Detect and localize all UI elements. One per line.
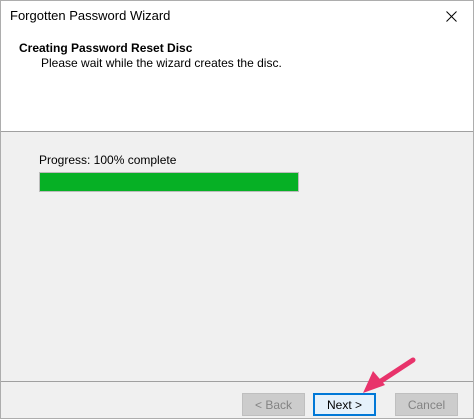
next-button[interactable]: Next > (313, 393, 376, 416)
cancel-button[interactable]: Cancel (395, 393, 458, 416)
wizard-footer: < Back Next > Cancel (1, 382, 473, 418)
progress-bar (39, 172, 299, 192)
wizard-header: Creating Password Reset Disc Please wait… (1, 31, 473, 131)
wizard-body: Progress: 100% complete (1, 132, 473, 381)
progress-bar-fill (40, 173, 298, 191)
window-title: Forgotten Password Wizard (10, 8, 171, 23)
close-button[interactable] (429, 1, 473, 31)
page-subtitle: Please wait while the wizard creates the… (41, 56, 282, 70)
page-title: Creating Password Reset Disc (19, 41, 193, 55)
wizard-window: Forgotten Password Wizard Creating Passw… (0, 0, 474, 419)
title-bar: Forgotten Password Wizard (1, 1, 473, 31)
progress-label: Progress: 100% complete (39, 153, 177, 167)
back-button[interactable]: < Back (242, 393, 305, 416)
close-icon (445, 10, 457, 22)
